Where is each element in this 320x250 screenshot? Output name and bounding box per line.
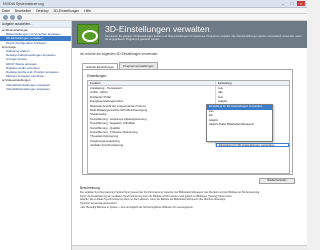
page-title: 3D-Einstellungen verwalten bbox=[105, 24, 210, 34]
setting-dropdown-list[interactable]: Einstellung für 3D-Anwendungen verwenden… bbox=[206, 104, 273, 142]
title-bar: NVIDIA Systemsteuerung – □ × bbox=[0, 0, 307, 8]
apply-settings-label: Ich möchte die folgenden 3D-Einstellunge… bbox=[80, 52, 159, 56]
description-text: Die vertikale Synchronisierung (Vertical… bbox=[80, 191, 302, 246]
description-paragraph: Typische Verwendungsszenarien: bbox=[80, 202, 118, 206]
nvidia-logo-icon bbox=[77, 24, 99, 44]
window-title: NVIDIA Systemsteuerung bbox=[3, 2, 44, 6]
task-sidebar: Aufgabe auswählen... ⊟ 3D-Einstellungen B… bbox=[0, 21, 72, 250]
restore-button[interactable]: Wiederherstellen bbox=[259, 178, 295, 184]
page-subtitle: Sie können die globalen 3D-Einstellungen… bbox=[105, 35, 302, 42]
table-row[interactable]: Vertikale Synchronisierung Einstellung fü… bbox=[88, 143, 289, 148]
status-bar bbox=[72, 245, 307, 250]
close-button[interactable]: × bbox=[297, 1, 305, 6]
description-title: Beschreibung: bbox=[80, 186, 101, 190]
tab-program-settings[interactable]: Programmeinstellungen bbox=[119, 62, 158, 69]
dropdown-option[interactable]: Adaptiv (halbe Bildwiederholfrequenz) bbox=[207, 123, 272, 128]
feature-cell: Vertikale Synchronisierung bbox=[88, 143, 216, 148]
maximize-button[interactable]: □ bbox=[288, 1, 296, 6]
description-paragraph: Adaptiv: Die vertikale Synchronisierung … bbox=[80, 198, 226, 202]
sidebar-title: Aufgabe auswählen... bbox=[0, 21, 71, 28]
minimize-button[interactable]: – bbox=[279, 1, 287, 6]
forward-icon[interactable] bbox=[10, 15, 15, 20]
back-icon[interactable] bbox=[3, 15, 8, 20]
description-paragraph: • Ein: Beseitigt Bildrisse in Spielen. •… bbox=[80, 205, 194, 209]
setting-cell[interactable]: Einstellung für 3D-Anwendungen verwenden bbox=[216, 143, 289, 148]
main-panel: 3D-Einstellungen verwalten Sie können di… bbox=[72, 21, 307, 250]
sidebar-item[interactable]: Videobildeinstellungen anpassen bbox=[0, 87, 71, 91]
page-banner: 3D-Einstellungen verwalten Sie können di… bbox=[72, 21, 307, 48]
settings-label: Einstellungen: bbox=[87, 74, 108, 78]
toolbar bbox=[0, 14, 307, 21]
window-controls: – □ × bbox=[279, 1, 305, 6]
task-tree: ⊟ 3D-Einstellungen Bildeinstellungen mit … bbox=[0, 28, 71, 91]
column-header-setting[interactable]: Einstellung bbox=[216, 81, 289, 85]
settings-tabs: Globale Einstellungen Programmeinstellun… bbox=[82, 62, 159, 70]
column-header-function[interactable]: Funktion bbox=[88, 81, 216, 85]
home-icon[interactable] bbox=[17, 15, 22, 20]
description-paragraph: Durch die Deaktivierung der vertikalen S… bbox=[80, 194, 233, 198]
description-paragraph: Die vertikale Synchronisierung (Vertical… bbox=[80, 191, 260, 194]
